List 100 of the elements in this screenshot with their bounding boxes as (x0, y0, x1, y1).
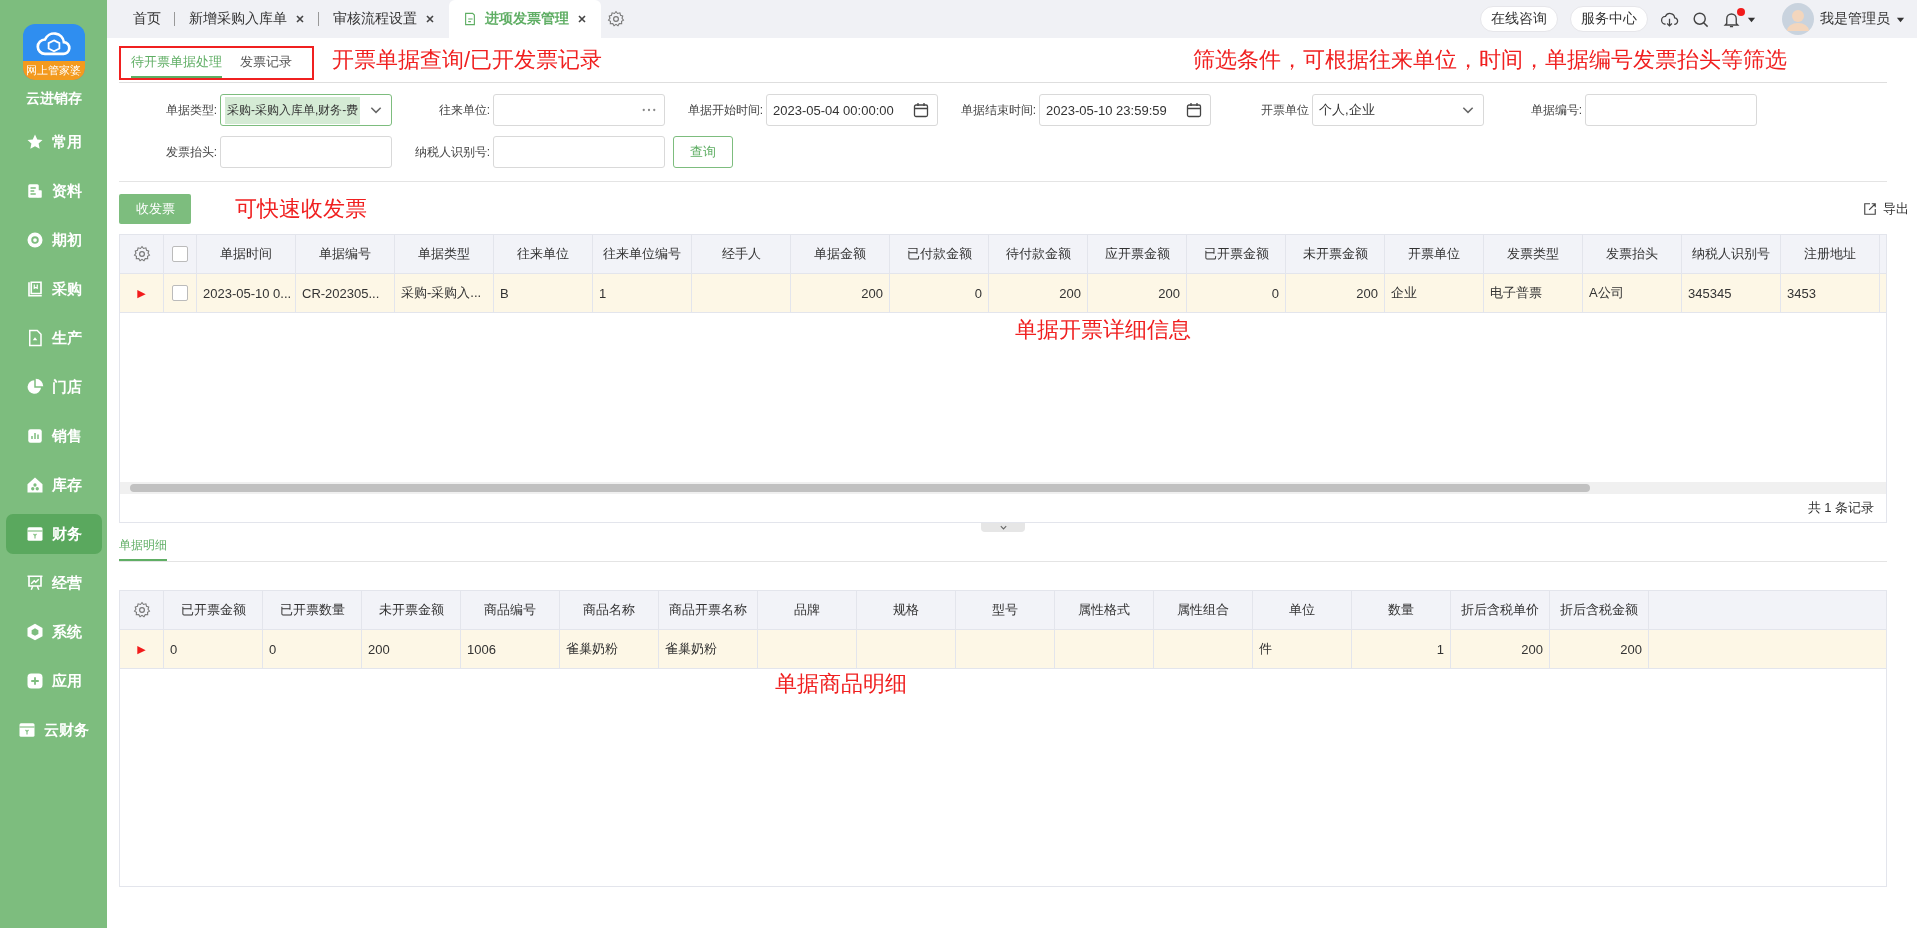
table-cell: 200 (1620, 641, 1642, 657)
field-label: 发票抬头: (164, 143, 218, 161)
table-cell: A公司 (1589, 284, 1624, 302)
column-header[interactable]: 开票单位 (1385, 235, 1484, 273)
column-header[interactable]: 单据金额 (791, 235, 890, 273)
export-icon (1863, 202, 1877, 216)
table-cell: B (500, 285, 509, 301)
column-header[interactable]: 未开票金额 (362, 591, 461, 629)
column-header[interactable]: 数量 (1352, 591, 1451, 629)
column-header[interactable]: 单据编号 (296, 235, 395, 273)
column-header[interactable]: 注册地址 (1781, 235, 1880, 273)
column-header[interactable]: 商品编号 (461, 591, 560, 629)
close-icon[interactable] (425, 14, 435, 24)
column-header[interactable]: 商品名称 (560, 591, 659, 629)
page-tab[interactable]: 审核流程设置 (319, 0, 449, 38)
column-header[interactable]: 型号 (956, 591, 1055, 629)
row-checkbox[interactable] (172, 285, 188, 301)
column-header[interactable]: 已开票金额 (164, 591, 263, 629)
table-cell: 雀巢奶粉 (665, 640, 717, 658)
dropdown-field[interactable]: 个人,企业 (1312, 94, 1484, 126)
logo-badge: 网上管家婆 (22, 61, 85, 80)
table-cell: 电子普票 (1490, 284, 1542, 302)
book-icon (25, 280, 44, 298)
app-name: 云进销存 (25, 90, 82, 108)
annotation-text: 单据商品明细 (775, 670, 907, 698)
column-header[interactable]: 经手人 (692, 235, 791, 273)
column-header[interactable]: 属性组合 (1154, 591, 1253, 629)
subtab[interactable]: 发票记录 (240, 48, 292, 78)
annotation-text: 单据开票详细信息 (1015, 316, 1191, 344)
bar-chart-icon (25, 427, 44, 445)
column-header[interactable]: 单据类型 (395, 235, 494, 273)
wallet-icon (18, 721, 36, 739)
column-header[interactable]: 属性格式 (1055, 591, 1154, 629)
table-cell: 1 (1436, 641, 1444, 657)
field-label: 单据结束时间: (959, 101, 1037, 119)
table-cell: 1006 (467, 641, 496, 657)
pie-chart-icon (25, 378, 44, 396)
select-field[interactable]: 采购-采购入库单,财务-费 (220, 94, 392, 126)
column-header[interactable]: 纳税人识别号 (1682, 235, 1781, 273)
select-all-checkbox[interactable] (172, 246, 188, 262)
row-marker: ▶ (137, 286, 146, 300)
table-cell: 200 (1059, 285, 1081, 301)
column-header[interactable]: 已开票金额 (1187, 235, 1286, 273)
column-header[interactable]: 单位 (1253, 591, 1352, 629)
column-header[interactable]: 已付款金额 (890, 235, 989, 273)
column-header[interactable]: 发票类型 (1484, 235, 1583, 273)
column-header[interactable]: 往来单位 (494, 235, 593, 273)
input-field[interactable] (493, 136, 665, 168)
column-header[interactable]: 折后含税金额 (1550, 591, 1649, 629)
date-field[interactable]: 2023-05-04 00:00:00 (766, 94, 938, 126)
column-header[interactable]: 待付款金额 (989, 235, 1088, 273)
column-header[interactable]: 发票抬头 (1583, 235, 1682, 273)
hexagon-icon (25, 623, 44, 641)
header-button[interactable]: 在线咨询 (1480, 6, 1558, 32)
column-header[interactable]: 应开票金额 (1088, 235, 1187, 273)
user-name[interactable]: 我是管理员 (1820, 10, 1890, 28)
page-tab[interactable]: 首页 (119, 0, 175, 38)
column-header[interactable]: 往来单位编号 (593, 235, 692, 273)
table-cell: 200 (1356, 285, 1378, 301)
picker-field[interactable] (493, 94, 665, 126)
chevron-down-icon (998, 524, 1008, 531)
input-field[interactable] (1585, 94, 1757, 126)
disc-icon (25, 231, 44, 249)
settings-icon[interactable] (607, 10, 625, 28)
table-cell: 200 (1521, 641, 1543, 657)
calendar-icon[interactable] (1186, 102, 1202, 118)
presentation-icon (25, 574, 44, 592)
close-icon[interactable] (577, 14, 587, 24)
header-button[interactable]: 服务中心 (1570, 6, 1648, 32)
search-icon[interactable] (1691, 9, 1710, 29)
page-tab[interactable]: 新增采购入库单 (175, 0, 319, 38)
export-link[interactable]: 导出 (1863, 200, 1909, 218)
collapse-handle[interactable] (981, 523, 1025, 532)
settings-icon[interactable] (132, 245, 151, 263)
star-icon (25, 133, 44, 151)
annotation-text: 开票单据查询/已开发票记录 (332, 46, 603, 74)
settings-icon[interactable] (132, 601, 151, 619)
horizontal-scrollbar[interactable] (120, 482, 1886, 494)
wallet-icon (25, 525, 44, 543)
column-header[interactable]: 品牌 (758, 591, 857, 629)
cloud-cube-icon (35, 30, 72, 58)
column-header[interactable]: 未开票金额 (1286, 235, 1385, 273)
column-header[interactable]: 商品开票名称 (659, 591, 758, 629)
date-field[interactable]: 2023-05-10 23:59:59 (1039, 94, 1211, 126)
field-label: 开票单位 (1260, 101, 1310, 119)
field-label: 单据类型: (164, 101, 218, 119)
column-header[interactable]: 已开票数量 (263, 591, 362, 629)
column-header[interactable]: 单据时间 (197, 235, 296, 273)
table-cell: 0 (170, 641, 178, 657)
more-icon[interactable] (642, 108, 656, 112)
input-field[interactable] (220, 136, 392, 168)
table-cell: 0 (269, 641, 277, 657)
close-icon[interactable] (295, 14, 305, 24)
column-header[interactable]: 规格 (857, 591, 956, 629)
table-cell: CR-202305... (302, 285, 380, 301)
field-label: 往来单位: (437, 101, 491, 119)
house-icon (25, 476, 44, 494)
document-icon (25, 182, 44, 200)
column-header[interactable]: 折后含税单价 (1451, 591, 1550, 629)
calendar-icon[interactable] (913, 102, 929, 118)
